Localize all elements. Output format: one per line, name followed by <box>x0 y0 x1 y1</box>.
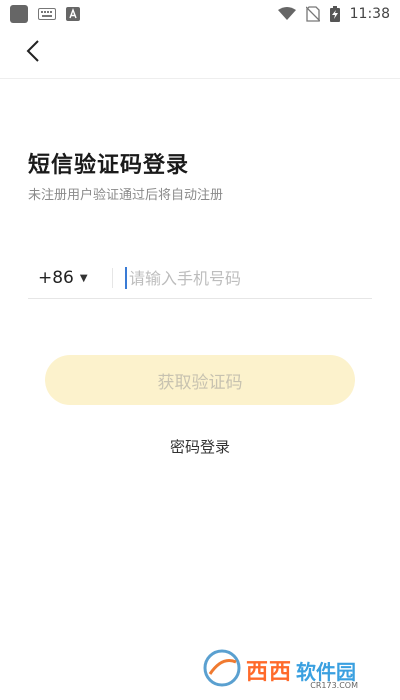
watermark-text-a: 西西 <box>246 660 293 685</box>
watermark-sub: CR173.COM <box>310 681 358 690</box>
chevron-left-icon <box>26 40 40 66</box>
password-login-link[interactable]: 密码登录 <box>0 436 400 457</box>
back-button[interactable] <box>16 36 50 70</box>
phone-input-row: +86 ▼ <box>28 258 372 299</box>
country-code-label: +86 <box>38 268 74 288</box>
input-divider <box>112 268 113 288</box>
phone-number-input[interactable] <box>125 267 372 289</box>
status-time: 11:38 <box>349 6 390 22</box>
keyboard-icon <box>38 8 56 20</box>
text-a-icon <box>66 7 80 21</box>
status-bar: 11:38 <box>0 0 400 28</box>
status-right: 11:38 <box>277 6 390 22</box>
wifi-icon <box>277 7 296 21</box>
page-title: 短信验证码登录 <box>28 153 190 178</box>
watermark-logo-icon <box>202 648 242 692</box>
country-code-selector[interactable]: +86 ▼ <box>28 268 102 288</box>
app-header <box>0 28 400 79</box>
watermark-logo: 西西 软件园 CR173.COM <box>202 648 388 692</box>
get-verification-code-button[interactable]: 获取验证码 <box>45 355 355 405</box>
app-notification-icon <box>10 5 28 23</box>
no-sim-icon <box>305 6 320 22</box>
battery-charging-icon <box>329 6 340 22</box>
page-subtitle: 未注册用户验证通过后将自动注册 <box>28 188 224 203</box>
status-left <box>10 5 80 23</box>
caret-down-icon: ▼ <box>79 272 88 284</box>
